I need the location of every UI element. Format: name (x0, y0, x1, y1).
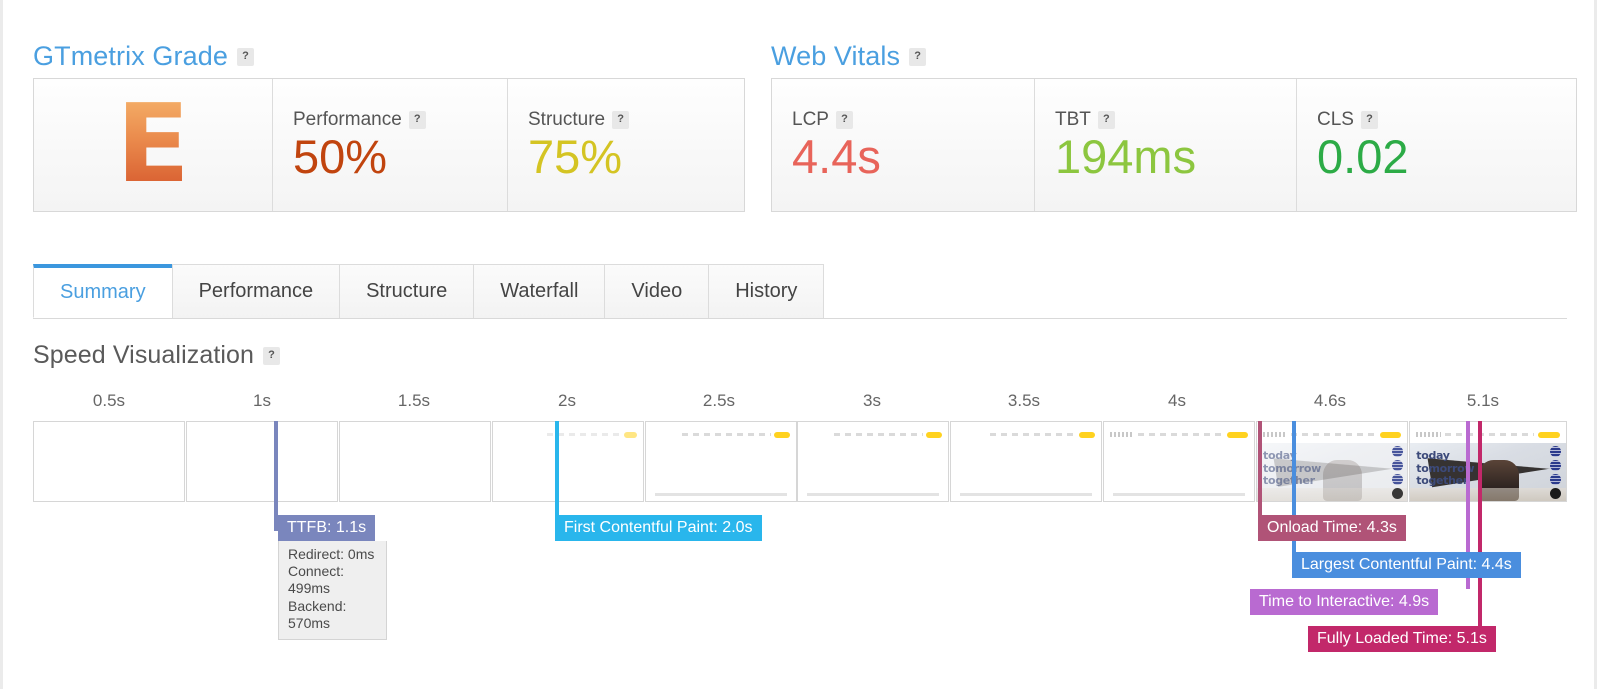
label-lcp-text: Largest Contentful Paint: 4.4s (1301, 556, 1512, 573)
web-vitals-panel: LCP ? 4.4s TBT ? 194ms CLS ? 0.02 (771, 78, 1577, 212)
tick-5: 3s (863, 391, 881, 410)
ttfb-breakdown-tooltip: Redirect: 0ms Connect: 499ms Backend: 57… (278, 541, 387, 641)
filmstrip-frame-8[interactable] (1103, 421, 1255, 502)
cls-cell: CLS ? 0.02 (1296, 79, 1576, 211)
web-vitals-heading: Web Vitals ? (771, 41, 927, 72)
tab-performance[interactable]: Performance (171, 264, 341, 318)
structure-help-icon[interactable]: ? (612, 110, 630, 129)
filmstrip: todaytomorrowtogether todaytomorrowtoget… (3, 421, 1597, 502)
cls-caption: CLS ? (1317, 109, 1576, 131)
report-tabs: Summary Performance Structure Waterfall … (33, 264, 1567, 319)
cls-help-icon[interactable]: ? (1360, 110, 1378, 129)
filmstrip-frame-2[interactable] (186, 421, 338, 502)
tab-video-label: Video (631, 280, 683, 302)
label-fully-loaded-text: Fully Loaded Time: 5.1s (1317, 630, 1487, 647)
tab-structure-label: Structure (366, 280, 448, 302)
tab-history[interactable]: History (708, 264, 825, 318)
filmstrip-frame-4[interactable] (492, 421, 644, 502)
cls-label: CLS (1317, 108, 1354, 130)
label-fully-loaded-time[interactable]: Fully Loaded Time: 5.1s (1308, 626, 1496, 652)
tick-9: 5.1s (1466, 391, 1500, 410)
lcp-label: LCP (792, 108, 829, 130)
filmstrip-frame-10[interactable]: today tomorrow together (1409, 421, 1567, 502)
label-ttfb[interactable]: TTFB: 1.1s (278, 515, 376, 541)
tick-4: 2.5s (702, 391, 736, 410)
label-largest-contentful-paint[interactable]: Largest Contentful Paint: 4.4s (1292, 552, 1521, 578)
marker-first-contentful-paint (555, 421, 559, 517)
label-ttfb-text: TTFB: 1.1s (287, 519, 367, 536)
performance-score-caption: Performance ? (293, 109, 507, 131)
tick-3: 2s (558, 391, 576, 410)
tab-history-label: History (735, 280, 798, 302)
ttfb-redirect: Redirect: 0ms (288, 546, 375, 562)
performance-help-icon[interactable]: ? (408, 110, 426, 129)
structure-score-cell: Structure ? 75% (507, 79, 744, 211)
tab-waterfall-label: Waterfall (500, 280, 579, 302)
label-onload-time[interactable]: Onload Time: 4.3s (1258, 515, 1406, 541)
filmstrip-frame-1[interactable] (33, 421, 185, 502)
filmstrip-frame-9[interactable]: todaytomorrowtogether (1256, 421, 1408, 502)
tick-1: 1s (253, 391, 271, 410)
cls-value: 0.02 (1317, 129, 1409, 183)
label-fcp-text: First Contentful Paint: 2.0s (564, 519, 753, 536)
web-vitals-help-icon[interactable]: ? (909, 47, 927, 66)
speed-visualization-heading: Speed Visualization ? (33, 341, 281, 370)
tab-waterfall[interactable]: Waterfall (473, 264, 606, 318)
filmstrip-frame-6[interactable] (797, 421, 949, 502)
tbt-cell: TBT ? 194ms (1034, 79, 1296, 211)
grade-letter: E (116, 82, 190, 207)
tbt-help-icon[interactable]: ? (1097, 110, 1115, 129)
ttfb-connect: Connect: 499ms (288, 563, 345, 597)
gtmetrix-grade-heading: GTmetrix Grade ? (33, 41, 254, 72)
grade-cell: E (34, 79, 272, 211)
tick-2: 1.5s (397, 391, 431, 410)
marker-fully-loaded-time (1478, 421, 1482, 626)
filmstrip-frame-3[interactable] (339, 421, 491, 502)
gtmetrix-report-page: GTmetrix Grade ? E Performance ? 50% Str… (0, 0, 1597, 689)
tab-structure[interactable]: Structure (339, 264, 475, 318)
marker-onload-time (1258, 421, 1262, 515)
lcp-value: 4.4s (792, 129, 881, 183)
tick-8: 4.6s (1313, 391, 1347, 410)
filmstrip-frame-7[interactable] (950, 421, 1102, 502)
performance-label: Performance (293, 108, 402, 130)
tab-video[interactable]: Video (604, 264, 710, 318)
web-vitals-title: Web Vitals (771, 41, 901, 71)
filmstrip-frame-5[interactable] (645, 421, 797, 502)
gtmetrix-grade-title: GTmetrix Grade (33, 41, 228, 71)
tick-6: 3.5s (1007, 391, 1041, 410)
speed-visualization-title: Speed Visualization (33, 341, 255, 369)
tbt-value: 194ms (1055, 129, 1197, 183)
gtmetrix-grade-help-icon[interactable]: ? (236, 47, 254, 66)
tab-summary[interactable]: Summary (33, 264, 173, 318)
label-tti-text: Time to Interactive: 4.9s (1259, 593, 1430, 610)
structure-label: Structure (528, 108, 606, 130)
tick-0: 0.5s (92, 391, 126, 410)
tbt-caption: TBT ? (1055, 109, 1296, 131)
performance-score-cell: Performance ? 50% (272, 79, 507, 211)
speed-visualization-help-icon[interactable]: ? (263, 346, 281, 365)
lcp-caption: LCP ? (792, 109, 1034, 131)
structure-score-caption: Structure ? (528, 109, 744, 131)
tab-performance-label: Performance (198, 280, 314, 302)
lcp-help-icon[interactable]: ? (835, 110, 853, 129)
tab-summary-label: Summary (60, 281, 146, 303)
performance-score-value: 50% (293, 129, 388, 183)
ttfb-backend: Backend: 570ms (288, 597, 347, 631)
lcp-cell: LCP ? 4.4s (772, 79, 1034, 211)
tbt-label: TBT (1055, 108, 1091, 130)
label-first-contentful-paint[interactable]: First Contentful Paint: 2.0s (555, 515, 762, 541)
label-onload-text: Onload Time: 4.3s (1267, 519, 1397, 536)
timeline-ticks: 0.5s 1s 1.5s 2s 2.5s 3s 3.5s 4s 4.6s 5.1… (3, 391, 1597, 415)
structure-score-value: 75% (528, 129, 623, 183)
label-time-to-interactive[interactable]: Time to Interactive: 4.9s (1250, 589, 1439, 615)
tick-7: 4s (1168, 391, 1186, 410)
gtmetrix-grade-panel: E Performance ? 50% Structure ? 75% (33, 78, 745, 212)
